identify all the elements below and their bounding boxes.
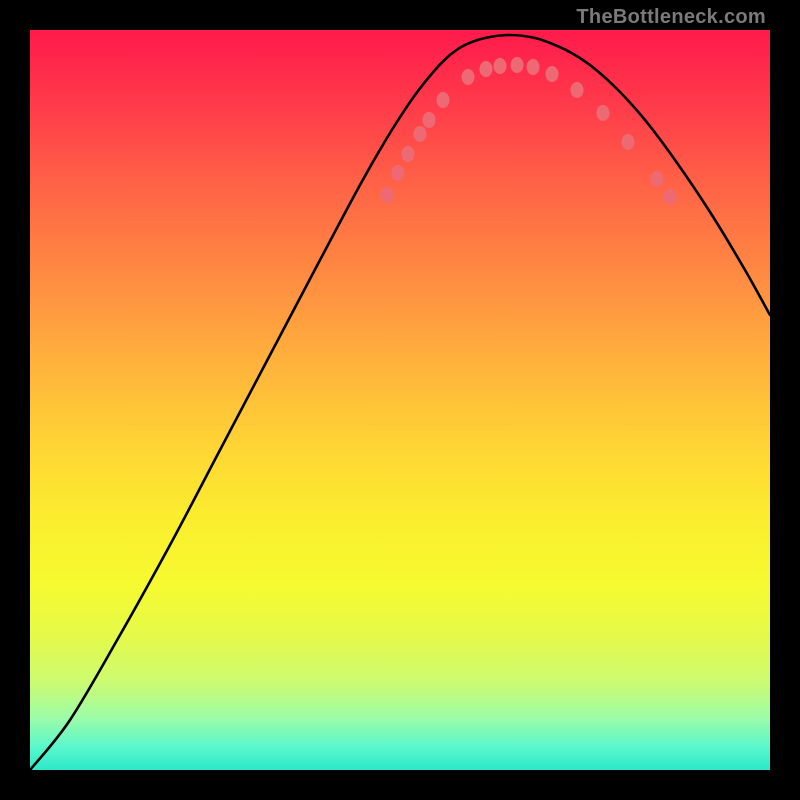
curve-marker (480, 61, 493, 77)
curve-marker (597, 105, 610, 121)
curve-marker (381, 187, 394, 203)
curve-marker (392, 165, 405, 181)
curve-markers-group (381, 57, 677, 205)
curve-marker (402, 146, 415, 162)
curve-marker (494, 58, 507, 74)
curve-marker (651, 171, 664, 187)
curve-marker (423, 112, 436, 128)
curve-marker (511, 57, 524, 73)
curve-marker (664, 189, 677, 205)
curve-marker (622, 134, 635, 150)
curve-marker (437, 92, 450, 108)
curve-marker (527, 59, 540, 75)
curve-marker (546, 66, 559, 82)
watermark-text: TheBottleneck.com (576, 6, 766, 29)
bottleneck-curve-svg (30, 30, 770, 770)
curve-marker (571, 82, 584, 98)
curve-marker (414, 126, 427, 142)
bottleneck-curve (30, 35, 770, 770)
curve-marker (462, 69, 475, 85)
